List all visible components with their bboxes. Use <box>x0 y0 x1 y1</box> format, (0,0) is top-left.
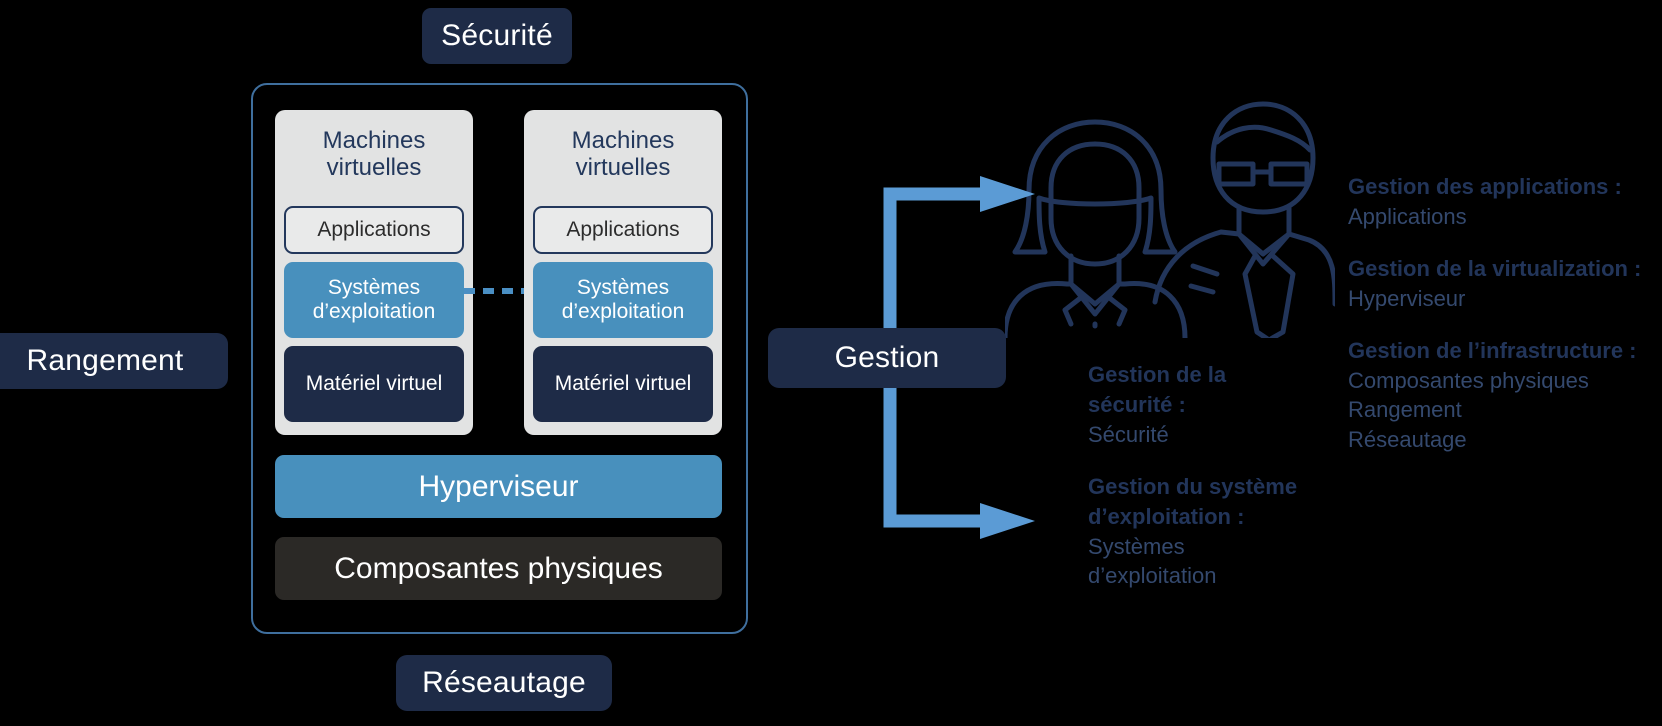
mapping-entry-operating-system-management: Gestion du système d’exploitation : Syst… <box>1088 472 1313 592</box>
label-gestion: Gestion <box>768 328 1006 388</box>
two-people-icon <box>1005 101 1335 338</box>
diagram-canvas: Sécurité Rangement Réseautage Machines v… <box>0 0 1662 726</box>
mapping-value: Systèmes d’exploitation <box>1088 533 1217 589</box>
mapping-label: Gestion de l’infrastructure : <box>1348 337 1637 363</box>
mapping-entry-virtualization-management: Gestion de la virtualization : Hypervise… <box>1348 254 1648 314</box>
vm-layer-applications: Applications <box>533 206 713 254</box>
hypervisor-bar: Hyperviseur <box>275 455 722 518</box>
vm-layer-virtual-hardware: Matériel virtuel <box>284 346 464 422</box>
mapping-label: Gestion de la virtualization : <box>1348 255 1642 281</box>
mapping-value: Composantes physiques Rangement Réseauta… <box>1348 367 1589 453</box>
mapping-label: Gestion des applications : <box>1348 174 1622 199</box>
vm-column-2: Machines virtuelles Applications Système… <box>524 110 722 435</box>
mapping-column-left: Gestion de la sécurité : Sécurité Gestio… <box>1088 360 1313 591</box>
vm-layer-virtual-hardware: Matériel virtuel <box>533 346 713 422</box>
mapping-column-right: Gestion des applications : Applications … <box>1348 172 1648 455</box>
vm-column-title: Machines virtuelles <box>322 127 426 182</box>
physical-components-bar: Composantes physiques <box>275 537 722 600</box>
label-reseautage: Réseautage <box>396 655 612 711</box>
vm-layer-operating-systems: Systèmes d’exploitation <box>533 262 713 338</box>
mapping-value: Hyperviseur <box>1348 285 1466 311</box>
mapping-value: Sécurité <box>1088 421 1169 447</box>
mapping-entry-infrastructure-management: Gestion de l’infrastructure : Composante… <box>1348 336 1648 456</box>
dashed-connector-icon <box>464 288 524 294</box>
label-securite: Sécurité <box>422 8 572 64</box>
label-rangement: Rangement <box>0 333 228 389</box>
vm-layer-applications: Applications <box>284 206 464 254</box>
mapping-entry-application-management: Gestion des applications : Applications <box>1348 172 1648 232</box>
mapping-value: Applications <box>1348 203 1467 229</box>
vm-layer-operating-systems: Systèmes d’exploitation <box>284 262 464 338</box>
vm-column-1: Machines virtuelles Applications Système… <box>275 110 473 435</box>
mapping-label: Gestion du système d’exploitation : <box>1088 473 1298 529</box>
vm-column-title: Machines virtuelles <box>571 127 675 182</box>
mapping-entry-security-management: Gestion de la sécurité : Sécurité <box>1088 360 1313 450</box>
mapping-label: Gestion de la sécurité : <box>1088 362 1227 417</box>
